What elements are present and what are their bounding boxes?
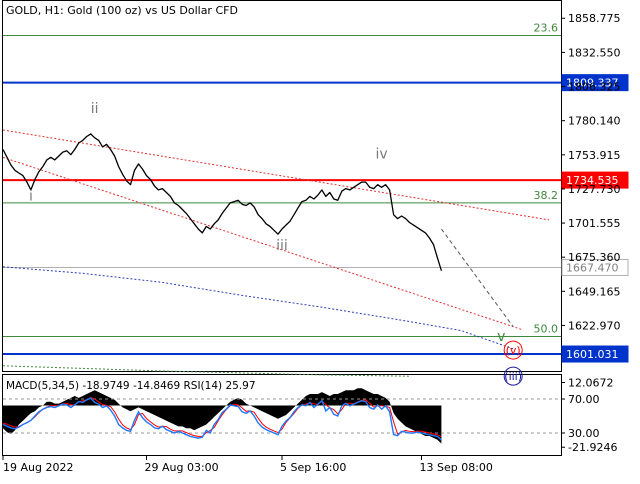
price-tick-label: 1753.915 [568, 149, 621, 162]
price-tick-label: 1780.140 [568, 115, 621, 128]
blue-level-1601-price-label: 1601.031 [566, 348, 619, 361]
time-tick-label: 13 Sep 08:00 [420, 461, 493, 474]
time-tick-label: 29 Aug 03:00 [144, 461, 218, 474]
fib-level-label: 23.6 [534, 22, 559, 35]
circled-wave-0-label: (v) [506, 344, 521, 357]
chart-window: 23.6 38.2 50.0 1809.337 1734.535 1667.470 1601… [0, 0, 640, 480]
price-tick-label: 1727.730 [568, 183, 621, 196]
price-tick-label: 1858.775 [568, 12, 621, 25]
indicator-scale: 12.0672 70.00 30.00-21.9246 [561, 376, 617, 454]
main-plot-frame [2, 0, 562, 372]
wave-label-iv: iv [376, 147, 388, 163]
fib-level-label: 50.0 [534, 322, 559, 335]
price-tick-label: 1675.360 [568, 251, 621, 264]
price-tick-label: 1701.555 [568, 217, 621, 230]
indicator-tick-label: 12.0672 [568, 376, 614, 389]
indicator-header: MACD(5,34,5) -18.9749 -14.8469 RSI(14) 2… [6, 380, 256, 392]
wave-label-i: i [29, 188, 33, 204]
indicator-tick-label: 70.00 [568, 393, 600, 406]
price-tick-label: 1622.970 [568, 319, 621, 332]
wave-label-ii: ii [91, 101, 99, 117]
indicator-tick-label: -21.9246 [568, 441, 617, 454]
time-tick-label: 19 Aug 2022 [3, 461, 73, 474]
chart-svg: 23.638.250.01809.3371734.5351667.4701601… [2, 0, 629, 474]
price-tick-label: 1832.550 [568, 46, 621, 59]
indicator-tick-label: 30.00 [568, 427, 600, 440]
time-scale: 19 Aug 2022 29 Aug 03:00 5 Sep 16:00 13 Sep… [2, 455, 493, 474]
price-tick-label: 1649.165 [568, 285, 621, 298]
price-tick-label: 1806.325 [568, 81, 621, 94]
circled-wave-1-label: (iii) [504, 370, 522, 383]
chart-header: GOLD, H1: Gold (100 oz) vs US Dollar CFD [6, 4, 238, 17]
time-tick-label: 5 Sep 16:00 [280, 461, 346, 474]
wave-label-v: v [497, 329, 505, 345]
fib-level-label: 38.2 [534, 189, 559, 202]
wave-label-iii: iii [276, 238, 288, 254]
